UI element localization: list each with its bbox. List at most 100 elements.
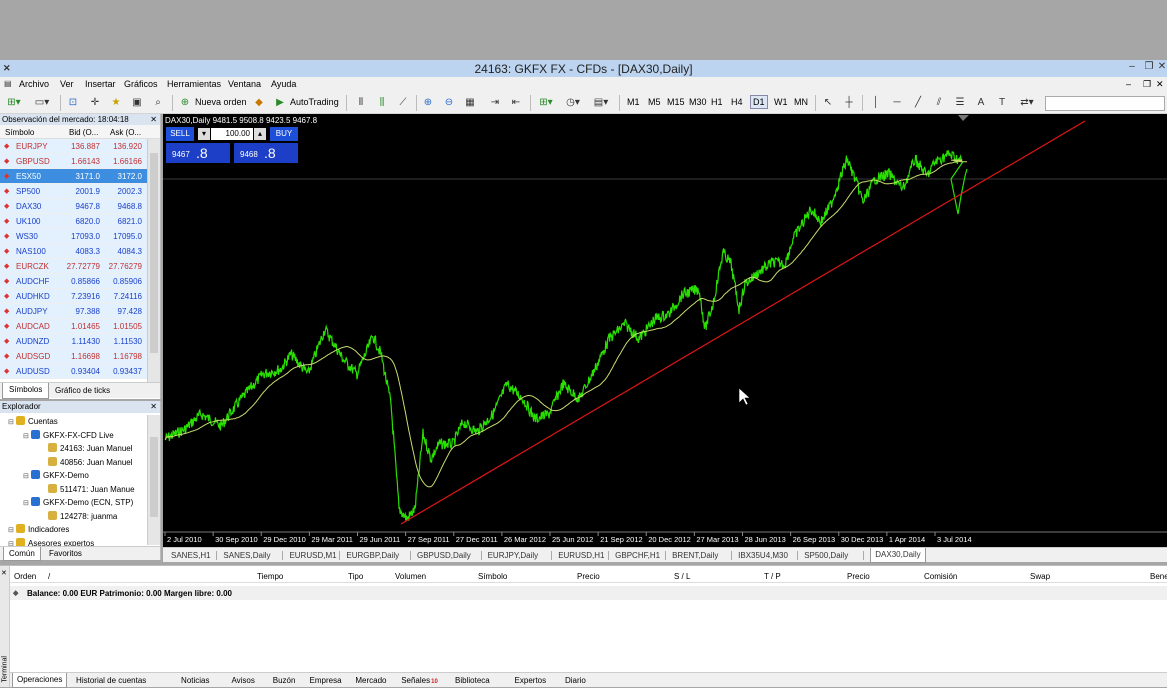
terminal-tab[interactable]: Avisos: [231, 676, 254, 685]
expand-icon[interactable]: ⊟: [23, 432, 31, 440]
timeframe-m30[interactable]: M30: [689, 97, 707, 107]
terminal-tab[interactable]: Buzón: [273, 676, 296, 685]
market-row[interactable]: ◆ SP500 2001.9 2002.3: [0, 184, 160, 199]
terminal-tab[interactable]: Diario: [565, 676, 586, 685]
column-swap[interactable]: Swap: [1030, 572, 1050, 581]
document-icon[interactable]: ▤: [4, 79, 12, 88]
expand-icon[interactable]: ⊟: [23, 499, 31, 507]
periods-icon[interactable]: ◷▾: [563, 96, 583, 110]
server-item[interactable]: ⊟ GKFX-Demo (ECN, STP): [23, 497, 133, 507]
market-row[interactable]: ◆ AUDUSD 0.93404 0.93437: [0, 364, 160, 379]
autoscroll-icon[interactable]: ⇤: [509, 96, 523, 110]
tree-folder[interactable]: ⊟ Cuentas: [8, 416, 58, 426]
market-row[interactable]: ◆ GBPUSD 1.66143 1.66166: [0, 154, 160, 169]
terminal-tab[interactable]: Expertos: [515, 676, 547, 685]
autotrading-icon[interactable]: ▶: [273, 96, 287, 110]
arrows-icon[interactable]: ⇄▾: [1016, 96, 1038, 110]
chart-window[interactable]: 2 Jul 2010 30 Sep 2010 29 Dec 2010 29 Mar 2…: [163, 114, 1167, 547]
expand-icon[interactable]: ⊟: [23, 472, 31, 480]
column-comision[interactable]: Comisión: [924, 572, 957, 581]
text-icon[interactable]: A: [974, 96, 988, 110]
account-item[interactable]: 511471: Juan Manue: [40, 483, 135, 494]
market-row[interactable]: ◆ EURJPY 136.887 136.920: [0, 139, 160, 154]
new-order-button[interactable]: Nueva orden: [195, 97, 247, 107]
sell-price-box[interactable]: 9467 .8: [166, 143, 230, 163]
autotrading-button[interactable]: AutoTrading: [290, 97, 339, 107]
zoom-in-icon[interactable]: ⊕: [421, 96, 435, 110]
market-row[interactable]: ◆ WS30 17093.0 17095.0: [0, 229, 160, 244]
close-icon[interactable]: ✕: [150, 401, 157, 413]
candlestick-icon[interactable]: ⫼: [375, 96, 389, 110]
terminal-tab[interactable]: Biblioteca: [455, 676, 490, 685]
vertical-line-icon[interactable]: │: [869, 96, 883, 110]
chart-tab[interactable]: EURJPY,Daily: [488, 551, 539, 560]
market-row[interactable]: ◆ AUDHKD 7.23916 7.24116: [0, 289, 160, 304]
close-icon[interactable]: ✕: [1, 569, 7, 577]
menu-ayuda[interactable]: Ayuda: [271, 79, 296, 89]
crosshair-icon[interactable]: ┼: [842, 96, 856, 110]
timeframe-m5[interactable]: M5: [648, 97, 661, 107]
profiles-icon[interactable]: ▭▾: [32, 96, 52, 110]
mdi-restore-icon[interactable]: ❐: [1143, 79, 1151, 90]
new-chart-icon[interactable]: ⊞▾: [4, 96, 24, 110]
chart-tab[interactable]: BRENT,Daily: [672, 551, 718, 560]
fibonacci-icon[interactable]: ☰: [953, 96, 967, 110]
text-label-icon[interactable]: T: [995, 96, 1009, 110]
trend-line-icon[interactable]: ╱: [911, 96, 925, 110]
column-symbol[interactable]: Símbolo: [5, 128, 34, 137]
menu-archivo[interactable]: Archivo: [19, 79, 49, 89]
timeframe-m1[interactable]: M1: [627, 97, 640, 107]
cursor-icon[interactable]: ↖: [821, 96, 835, 110]
menu-ver[interactable]: Ver: [60, 79, 74, 89]
chart-tab[interactable]: IBX35U4,M30: [738, 551, 788, 560]
expand-icon[interactable]: ⊟: [8, 418, 16, 426]
server-item[interactable]: ⊟ GKFX-FX-CFD Live: [23, 429, 114, 440]
menu-insertar[interactable]: Insertar: [85, 79, 116, 89]
terminal-tab[interactable]: Mercado: [355, 676, 386, 685]
timeframe-h1[interactable]: H1: [711, 97, 723, 107]
strategy-tester-icon[interactable]: ⌕: [151, 96, 165, 110]
chart-tab[interactable]: EURUSD,M1: [289, 551, 336, 560]
market-row[interactable]: ◆ EURCZK 27.72779 27.76279: [0, 259, 160, 274]
balance-row[interactable]: ◆ Balance: 0.00 EUR Patrimonio: 0.00 Mar…: [10, 586, 1167, 600]
menu-herramientas[interactable]: Herramientas: [167, 79, 221, 89]
column-sl[interactable]: S / L: [674, 572, 690, 581]
column-volumen[interactable]: Volumen: [395, 572, 426, 581]
templates-icon[interactable]: ▤▾: [591, 96, 611, 110]
market-row[interactable]: ◆ AUDCHF 0.85866 0.85906: [0, 274, 160, 289]
column-tipo[interactable]: Tipo: [348, 572, 363, 581]
column-bid[interactable]: Bid (O...: [69, 128, 98, 137]
tab-favoritos[interactable]: Favoritos: [49, 549, 82, 558]
chart-tab[interactable]: SANES,Daily: [223, 551, 270, 560]
chart-tab[interactable]: DAX30,Daily: [870, 548, 926, 563]
column-beneficio[interactable]: Bene: [1150, 572, 1167, 581]
market-row[interactable]: ◆ ESX50 3171.0 3172.0: [0, 169, 160, 184]
timeframe-d1[interactable]: D1: [750, 95, 768, 109]
horizontal-line-icon[interactable]: ─: [890, 96, 904, 110]
timeframe-m15[interactable]: M15: [667, 97, 685, 107]
zoom-out-icon[interactable]: ⊖: [442, 96, 456, 110]
account-item[interactable]: 40856: Juan Manuel: [40, 456, 133, 467]
line-chart-icon[interactable]: ⟋: [396, 96, 410, 110]
account-item[interactable]: 124278: juanma: [40, 510, 117, 521]
tile-windows-icon[interactable]: ▦: [463, 96, 477, 110]
close-icon[interactable]: ✕: [1156, 61, 1167, 72]
chart-tab[interactable]: EURGBP,Daily: [346, 551, 399, 560]
mdi-close-icon[interactable]: ✕: [1156, 79, 1164, 90]
data-window-icon[interactable]: ✛: [88, 96, 102, 110]
column-precio-actual[interactable]: Precio: [847, 572, 870, 581]
close-icon[interactable]: ✕: [150, 114, 157, 125]
buy-price-box[interactable]: 9468 .8: [234, 143, 298, 163]
column-tp[interactable]: T / P: [764, 572, 781, 581]
chart-tab[interactable]: SANES,H1: [171, 551, 211, 560]
market-row[interactable]: ◆ AUDCAD 1.01465 1.01505: [0, 319, 160, 334]
market-row[interactable]: ◆ NAS100 4083.3 4084.3: [0, 244, 160, 259]
new-order-icon[interactable]: ⊕: [178, 96, 192, 110]
chart-tab[interactable]: GBPUSD,Daily: [417, 551, 471, 560]
buy-button[interactable]: BUY: [270, 127, 298, 141]
tab-grafico-ticks[interactable]: Gráfico de ticks: [55, 386, 110, 395]
column-orden[interactable]: Orden: [14, 572, 36, 581]
equidistant-channel-icon[interactable]: ⫽: [932, 96, 946, 110]
chart-tab[interactable]: EURUSD,H1: [558, 551, 604, 560]
menu-ventana[interactable]: Ventana: [228, 79, 261, 89]
